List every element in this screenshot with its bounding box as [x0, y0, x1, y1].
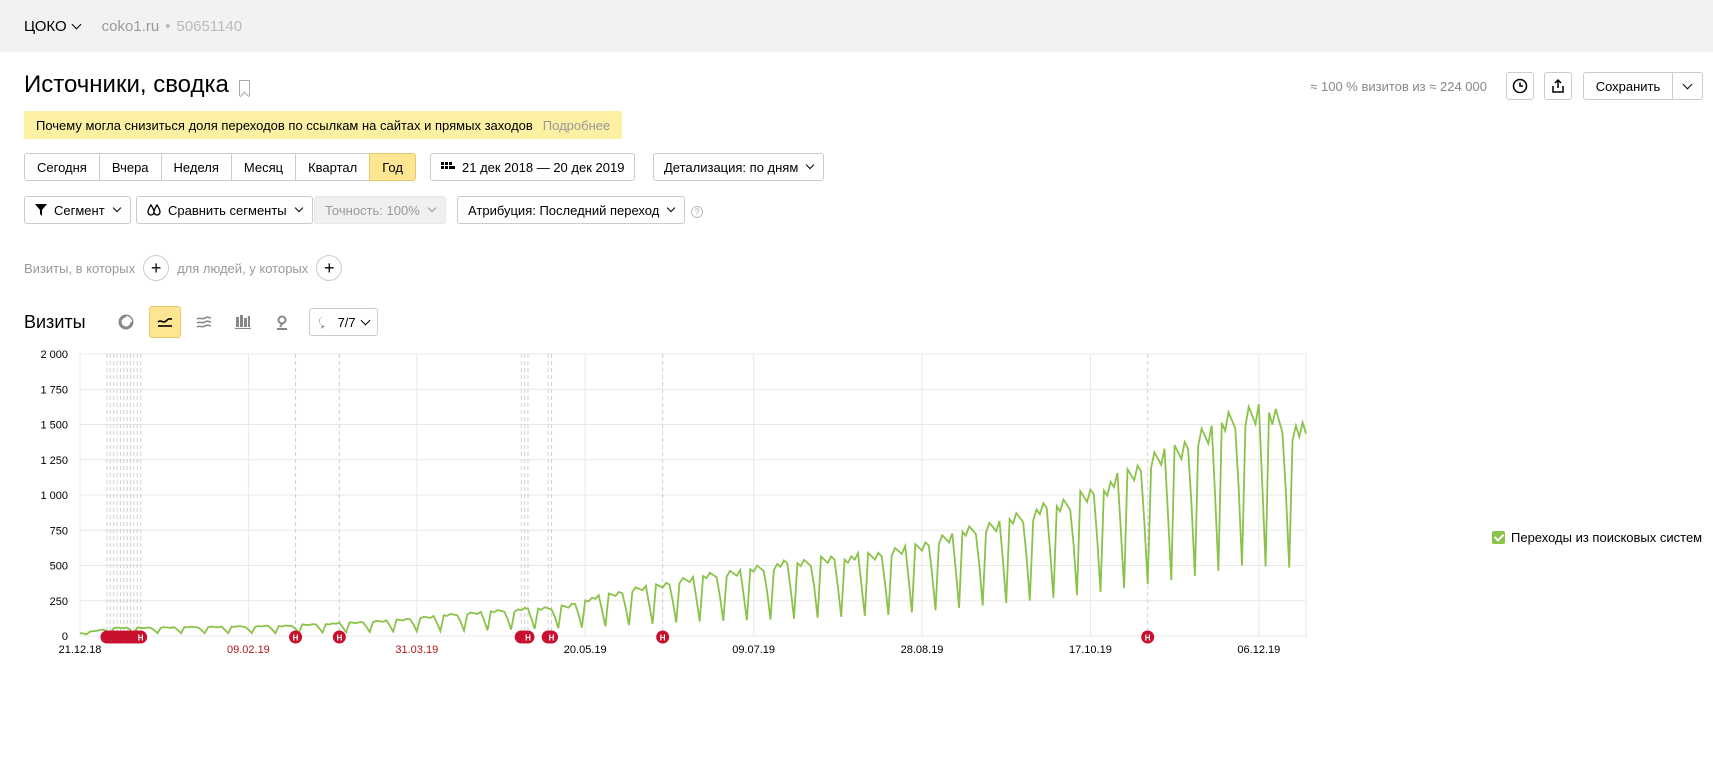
period-selector: Сегодня Вчера Неделя Месяц Квартал Год: [24, 153, 416, 181]
detail-label: Детализация: по дням: [664, 159, 799, 175]
bookmark-icon[interactable]: [238, 80, 250, 96]
period-yesterday[interactable]: Вчера: [98, 153, 162, 181]
note-marker-label: Н: [1145, 634, 1151, 643]
y-tick-label: 1 750: [40, 384, 68, 396]
compare-segments-button[interactable]: Сравнить сегменты: [136, 196, 313, 224]
legend-series-name: Переходы из поисковых систем: [1511, 530, 1703, 545]
separator-dot: •: [165, 17, 171, 35]
y-tick-label: 250: [50, 596, 68, 608]
chart-title: Визиты: [24, 311, 86, 332]
date-range-text: 21 дек 2018 — 20 дек 2019: [462, 159, 625, 175]
save-options-button[interactable]: [1672, 72, 1703, 100]
chevron-down-icon: [427, 203, 437, 213]
accuracy-label: Точность: 100%: [325, 202, 420, 218]
line-view-button[interactable]: [148, 306, 181, 338]
period-quarter[interactable]: Квартал: [295, 153, 371, 181]
area-chart-icon: [196, 316, 211, 328]
add-people-filter-button[interactable]: +: [316, 255, 343, 281]
filter-icon: [35, 204, 47, 216]
attribution-dropdown[interactable]: Атрибуция: Последний переход: [457, 196, 686, 224]
period-today[interactable]: Сегодня: [24, 153, 100, 181]
y-tick-label: 1 500: [40, 420, 68, 432]
y-tick-label: 750: [50, 525, 68, 537]
pie-chart-icon: [118, 314, 134, 330]
chevron-down-icon: [806, 160, 815, 170]
page-title-text: Источники, сводка: [24, 71, 229, 98]
notice-banner: Почему могла снизиться доля переходов по…: [24, 111, 623, 139]
chevron-down-icon: [360, 315, 371, 325]
chevron-down-icon: [71, 19, 82, 29]
map-icon: [276, 315, 287, 330]
segment-button[interactable]: Сегмент: [24, 196, 131, 224]
notes-button[interactable]: 7/7: [308, 308, 378, 336]
y-tick-label: 500: [50, 561, 68, 573]
series-line: [79, 403, 1307, 636]
counter-id: 50651140: [176, 17, 243, 35]
counter-name: ЦОКО: [24, 17, 67, 35]
history-button[interactable]: [1506, 72, 1534, 100]
x-tick-label: 09.02.19: [227, 644, 270, 656]
bar-chart-icon: [234, 315, 251, 329]
period-week[interactable]: Неделя: [160, 153, 232, 181]
site-domain: coko1.ru: [101, 17, 160, 35]
chart-header: Визиты 7/7: [24, 306, 378, 338]
x-tick-label: 20.05.19: [564, 644, 607, 656]
date-range-button[interactable]: 21 дек 2018 — 20 дек 2019: [430, 153, 636, 181]
visits-where-label: Визиты, в которых: [24, 260, 136, 276]
note-marker-label: Н: [138, 634, 144, 643]
notice-text: Почему могла снизиться доля переходов по…: [36, 117, 533, 133]
clock-icon: [1512, 78, 1528, 94]
note-marker-label: Н: [549, 634, 555, 643]
chevron-down-icon: [667, 203, 676, 213]
note-marker-label: Н: [525, 634, 531, 643]
legend-checkbox-icon[interactable]: [1492, 531, 1505, 544]
chevron-down-icon: [294, 203, 303, 213]
period-year[interactable]: Год: [369, 153, 416, 181]
segment-label: Сегмент: [54, 202, 105, 218]
accuracy-dropdown[interactable]: Точность: 100%: [314, 196, 446, 224]
y-tick-label: 2 000: [40, 349, 68, 361]
calendar-icon: [441, 162, 455, 169]
chart-legend: Переходы из поисковых систем: [1492, 530, 1702, 545]
page-title: Источники, сводка: [24, 71, 250, 99]
visits-chart: 0 250 500 750 1 000 1 250 1 500 1 750 2 000 21.12…: [40, 349, 1307, 656]
x-tick-label: 17.10.19: [1069, 644, 1112, 656]
filter-row: Визиты, в которых + для людей, у которых…: [24, 255, 350, 281]
note-marker-label: Н: [293, 634, 299, 643]
pie-view-button[interactable]: [110, 306, 142, 338]
people-where-label: для людей, у которых: [177, 260, 309, 276]
x-tick-label: 28.08.19: [901, 644, 944, 656]
y-tick-label: 1 250: [40, 455, 68, 467]
map-view-button[interactable]: [266, 306, 298, 338]
line-chart-icon: [156, 318, 172, 327]
x-tick-label: 31.03.19: [395, 644, 438, 656]
share-icon: [1552, 78, 1564, 93]
counter-selector[interactable]: ЦОКО: [24, 17, 82, 35]
help-icon[interactable]: ?: [691, 206, 703, 218]
chevron-down-icon: [112, 203, 121, 213]
x-tick-label: 09.07.19: [732, 644, 775, 656]
visits-share-text: ≈ 100 % визитов из ≈ 224 000: [1310, 79, 1487, 94]
chevron-down-icon: [1682, 79, 1693, 89]
period-month[interactable]: Месяц: [230, 153, 297, 181]
y-tick-label: 1 000: [40, 490, 68, 502]
note-marker-label: Н: [660, 634, 666, 643]
comment-icon: [318, 316, 325, 329]
notice-more-link[interactable]: Подробнее: [543, 118, 610, 133]
detail-dropdown[interactable]: Детализация: по дням: [653, 153, 825, 181]
add-visit-filter-button[interactable]: +: [143, 255, 170, 281]
y-tick-label: 0: [62, 631, 68, 643]
attribution-label: Атрибуция: Последний переход: [468, 202, 660, 218]
x-tick-label: 06.12.19: [1237, 644, 1280, 656]
note-marker-label: Н: [336, 634, 342, 643]
compare-label: Сравнить сегменты: [168, 202, 287, 218]
bar-view-button[interactable]: [227, 306, 259, 338]
top-bar: ЦОКО coko1.ru • 50651140: [0, 0, 1713, 52]
x-tick-label: 21.12.18: [59, 644, 102, 656]
notes-count: 7/7: [337, 314, 356, 330]
drops-icon: [147, 204, 161, 216]
export-button[interactable]: [1544, 72, 1572, 100]
save-button[interactable]: Сохранить: [1583, 72, 1673, 100]
area-view-button[interactable]: [188, 306, 220, 338]
